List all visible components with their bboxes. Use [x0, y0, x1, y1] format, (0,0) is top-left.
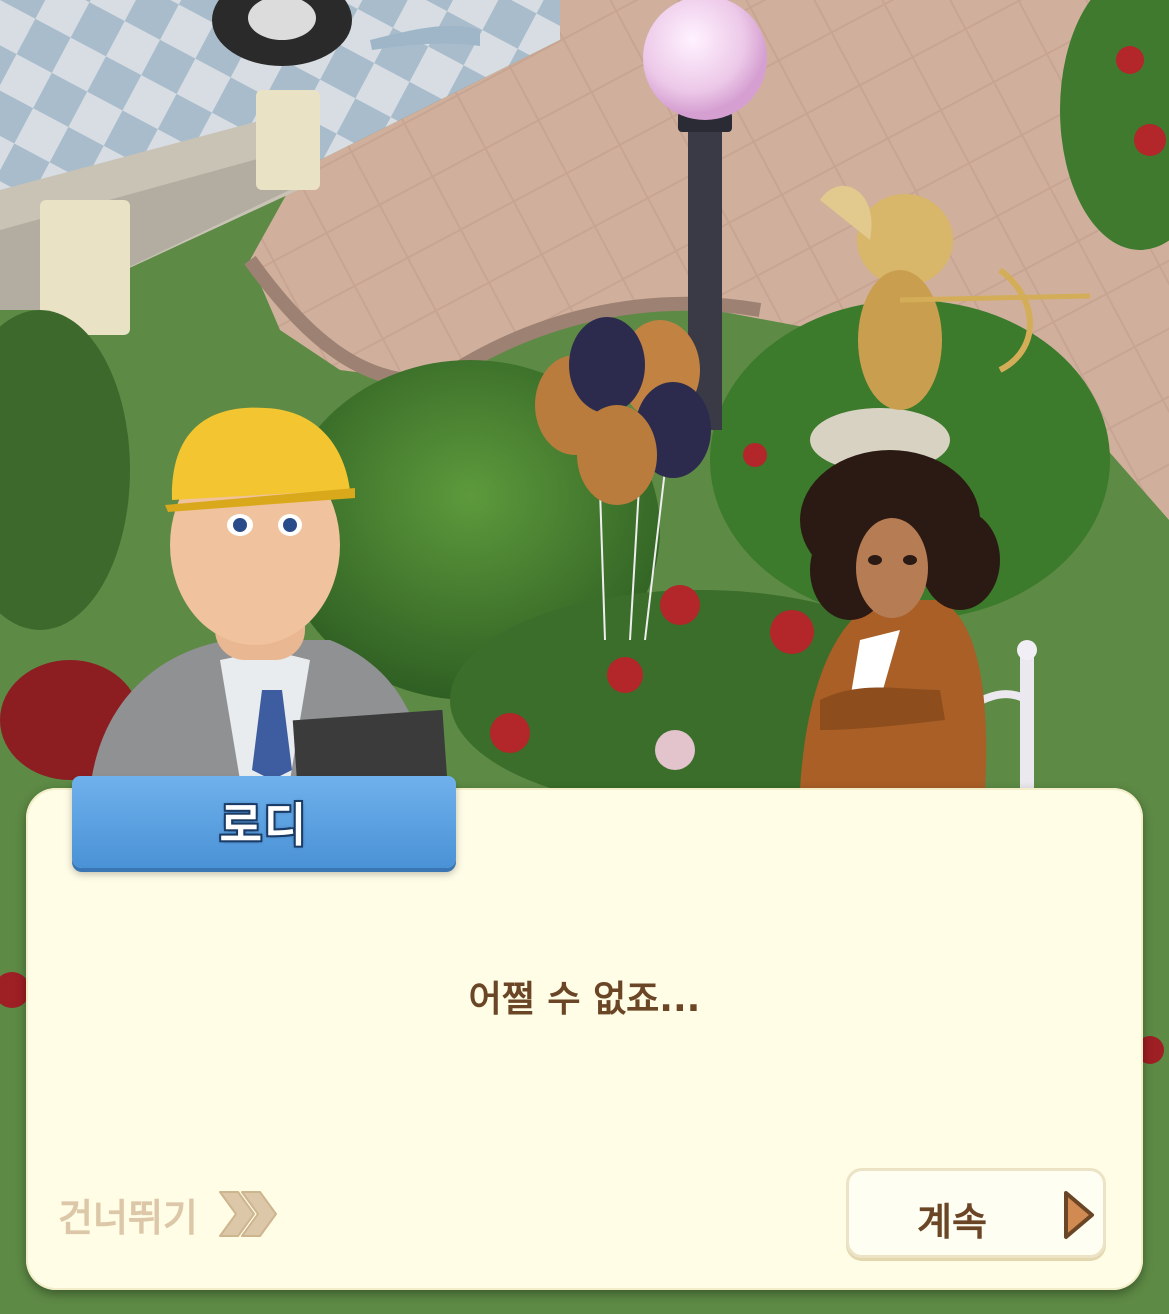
skip-button[interactable]: 건너뛰기 [58, 1182, 280, 1246]
speaker-name: 로디 [219, 798, 309, 852]
play-arrow-icon [1064, 1191, 1094, 1239]
garden-fence [1020, 650, 1034, 790]
continue-button[interactable]: 계속 [846, 1168, 1106, 1258]
speaker-name-tab: 로디 [72, 776, 456, 868]
continue-label: 계속 [917, 1200, 987, 1244]
double-chevron-right-icon [218, 1191, 277, 1237]
skip-label: 건너뛰기 [58, 1195, 198, 1240]
dialog-text: 어쩔 수 없죠... [468, 979, 701, 1020]
game-screen: 로디 어쩔 수 없죠... 건너뛰기 계속 [0, 0, 1169, 1314]
